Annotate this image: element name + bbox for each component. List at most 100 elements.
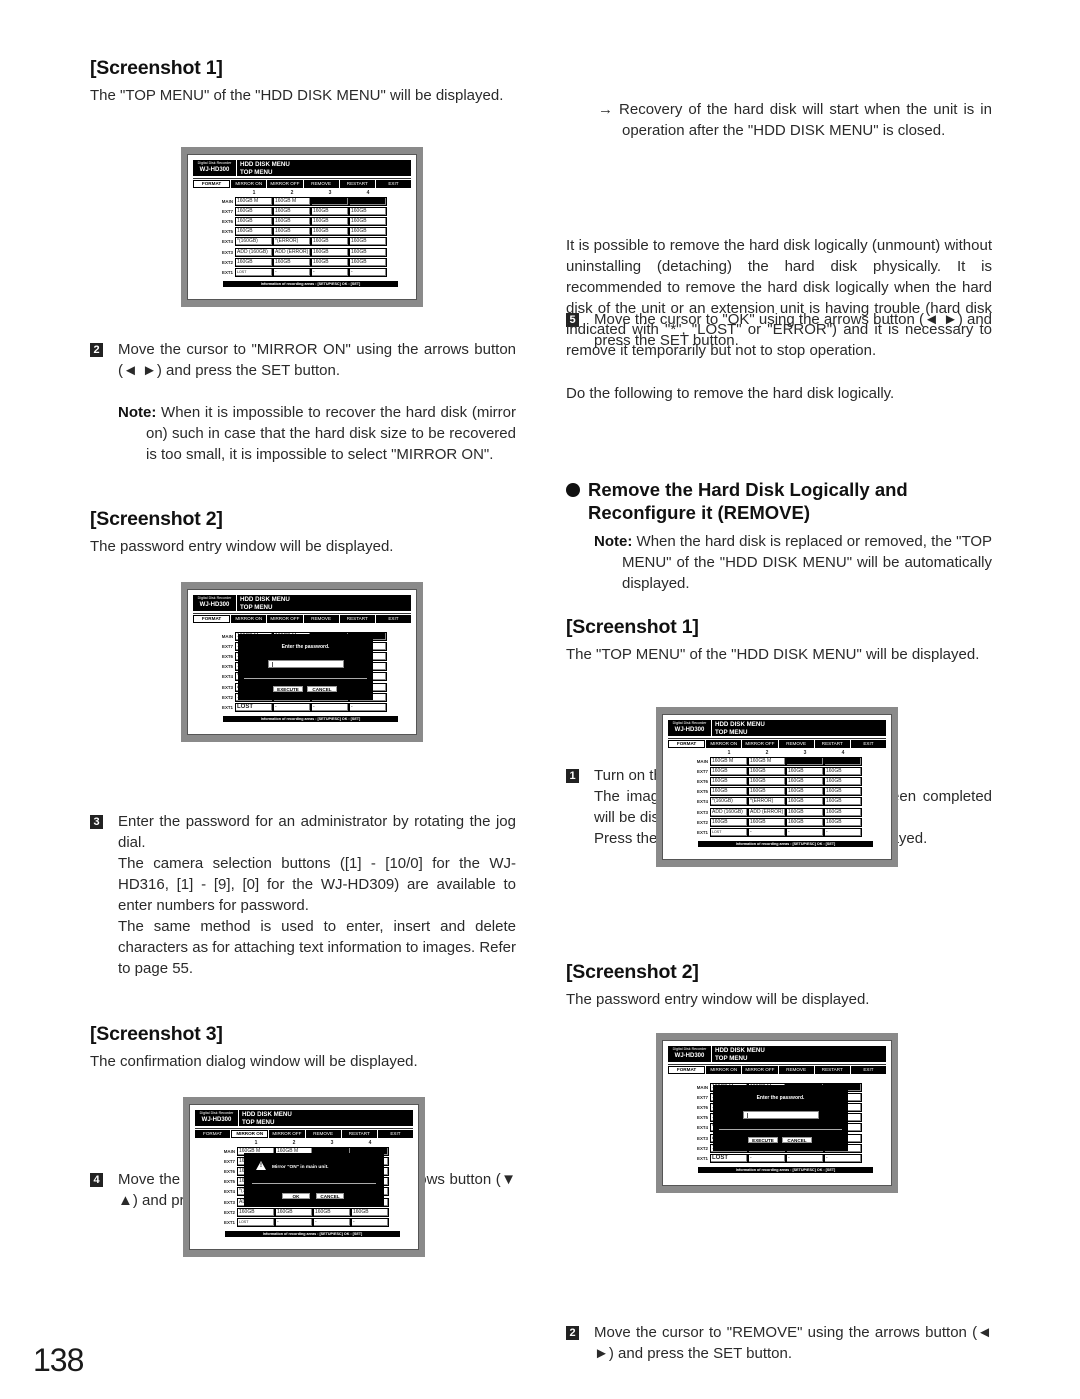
disk-cell[interactable]: 160GB [748,817,786,827]
disk-cell[interactable]: 160GB [786,797,824,807]
disk-cell[interactable]: 160GB [349,257,387,267]
disk-cell[interactable]: - [824,827,862,837]
menu-mirror-on[interactable]: MIRROR ON [706,1066,742,1074]
cancel-button[interactable]: CANCEL [307,686,337,692]
disk-cell[interactable]: 160GB [349,206,387,216]
menu-format[interactable]: FORMAT [668,740,706,748]
disk-cell[interactable]: ADD (160GB) [235,247,273,257]
disk-cell[interactable]: 160GB [273,206,311,216]
disk-cell[interactable]: *(ERROR) [748,797,786,807]
disk-cell[interactable]: - [273,702,311,712]
disk-cell[interactable]: 160GB [824,817,862,827]
menu-restart[interactable]: RESTART [814,1066,850,1074]
disk-cell[interactable]: LOST [235,267,273,277]
menu-mirror-off[interactable]: MIRROR OFF [742,740,778,748]
disk-cell[interactable]: 160GB [311,216,349,226]
password-input[interactable] [743,1111,819,1119]
disk-cell[interactable]: 160GB M [235,196,273,206]
disk-cell[interactable]: 160GB [311,257,349,267]
disk-cell[interactable]: 160GB [311,206,349,216]
disk-cell[interactable]: 160GB [824,766,862,776]
disk-cell[interactable]: 160GB [235,216,273,226]
disk-cell[interactable]: ADD (ERROR) [273,247,311,257]
menu-mirror-off[interactable]: MIRROR OFF [269,1130,305,1138]
disk-cell[interactable]: 160GB [748,776,786,786]
disk-cell[interactable]: - [824,1153,862,1163]
disk-cell[interactable]: - [273,267,311,277]
menu-remove[interactable]: REMOVE [305,1130,341,1138]
disk-cell[interactable]: ADD (160GB) [710,807,748,817]
menu-restart[interactable]: RESTART [339,180,375,188]
menu-restart[interactable]: RESTART [341,1130,377,1138]
disk-cell[interactable]: 160GB [786,817,824,827]
disk-cell[interactable]: 160GB [748,787,786,797]
disk-cell[interactable] [786,756,824,766]
menu-remove[interactable]: REMOVE [303,615,339,623]
disk-cell[interactable]: LOST [237,1217,275,1227]
disk-cell[interactable]: 160GB [349,237,387,247]
disk-cell[interactable]: 160GB [710,817,748,827]
disk-cell[interactable]: 160GB [235,227,273,237]
disk-cell[interactable]: - [748,827,786,837]
menu-format[interactable]: FORMAT [193,615,231,623]
disk-cell[interactable]: - [313,1217,351,1227]
menu-mirror-off[interactable]: MIRROR OFF [267,180,303,188]
disk-cell[interactable]: 160GB [349,216,387,226]
disk-cell[interactable]: 160GB [235,206,273,216]
disk-cell[interactable]: 160GB M [710,756,748,766]
disk-cell[interactable]: 160GB [311,247,349,257]
menu-exit[interactable]: EXIT [850,1066,887,1074]
disk-cell[interactable]: 160GB [273,227,311,237]
disk-cell[interactable]: - [275,1217,313,1227]
disk-cell[interactable]: 160GB [313,1207,351,1217]
disk-cell[interactable]: 160GB [824,807,862,817]
disk-cell[interactable]: - [786,827,824,837]
disk-cell[interactable]: 160GB [824,776,862,786]
menu-mirror-on[interactable]: MIRROR ON [231,615,267,623]
menu-remove[interactable]: REMOVE [778,1066,814,1074]
disk-cell[interactable]: 160GB [710,776,748,786]
disk-cell[interactable]: 160GB [237,1207,275,1217]
disk-cell[interactable]: - [748,1153,786,1163]
disk-cell[interactable]: 160GB [824,797,862,807]
disk-cell[interactable]: 160GB [273,257,311,267]
disk-cell[interactable]: 160GB [311,227,349,237]
disk-cell[interactable]: 160GB [349,247,387,257]
disk-cell[interactable]: - [786,1153,824,1163]
disk-cell[interactable]: LOST [710,827,748,837]
disk-cell[interactable]: - [349,267,387,277]
disk-cell[interactable]: 160GB M [273,196,311,206]
disk-cell[interactable]: 160GB [351,1207,389,1217]
disk-cell[interactable]: 160GB [273,216,311,226]
disk-cell[interactable]: - [311,267,349,277]
menu-remove[interactable]: REMOVE [778,740,814,748]
password-input[interactable] [268,660,344,668]
disk-cell[interactable]: 160GB M [748,756,786,766]
disk-cell[interactable]: 160GB [786,776,824,786]
disk-cell[interactable]: LOST [235,702,273,712]
execute-button[interactable]: EXECUTE [273,686,303,692]
menu-restart[interactable]: RESTART [814,740,850,748]
disk-cell[interactable]: 160GB [786,766,824,776]
disk-cell[interactable]: - [311,702,349,712]
disk-cell[interactable]: 160GB [235,257,273,267]
disk-cell[interactable]: *(160GB) [710,797,748,807]
disk-cell[interactable] [824,756,862,766]
disk-cell[interactable]: 160GB [748,766,786,776]
menu-mirror-on[interactable]: MIRROR ON [706,740,742,748]
disk-cell[interactable]: 160GB [311,237,349,247]
disk-cell[interactable]: 160GB [275,1207,313,1217]
disk-cell[interactable]: 160GB [349,227,387,237]
disk-cell[interactable] [311,196,349,206]
menu-format[interactable]: FORMAT [668,1066,706,1074]
disk-cell[interactable]: *(ERROR) [273,237,311,247]
menu-mirror-off[interactable]: MIRROR OFF [267,615,303,623]
menu-exit[interactable]: EXIT [375,180,412,188]
disk-cell[interactable]: LOST [710,1153,748,1163]
menu-remove[interactable]: REMOVE [303,180,339,188]
disk-cell[interactable]: *(160GB) [235,237,273,247]
menu-mirror-off[interactable]: MIRROR OFF [742,1066,778,1074]
cancel-button[interactable]: CANCEL [782,1137,812,1143]
menu-exit[interactable]: EXIT [377,1130,414,1138]
disk-cell[interactable] [349,196,387,206]
